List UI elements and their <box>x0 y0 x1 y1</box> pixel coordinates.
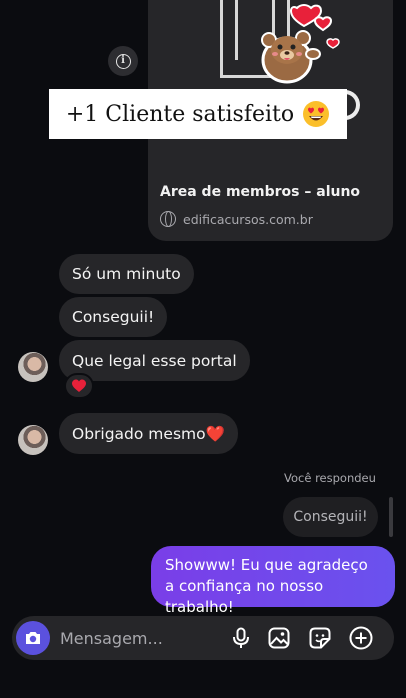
plus-icon <box>349 626 373 650</box>
message-text: Só um minuto <box>72 265 181 283</box>
microphone-icon <box>233 627 249 648</box>
contact-avatar[interactable] <box>18 352 48 382</box>
message-composer <box>12 616 394 660</box>
link-preview-domain: edificacursos.com.br <box>183 211 313 227</box>
sticker-icon <box>309 627 331 649</box>
message-input[interactable] <box>60 626 220 650</box>
link-preview-title: Area de membros – aluno <box>160 184 361 200</box>
message-bubble-received[interactable]: Obrigado mesmo❤️ <box>59 413 238 454</box>
microphone-button[interactable] <box>228 625 254 651</box>
message-reaction[interactable] <box>64 373 94 399</box>
message-bubble-received[interactable]: Conseguii! <box>59 297 168 337</box>
message-text: Conseguii! <box>72 308 155 326</box>
more-options-button[interactable] <box>348 625 374 651</box>
you-replied-label: Você respondeu <box>284 471 376 485</box>
reply-indicator-bar <box>389 497 393 537</box>
info-button[interactable]: i <box>108 46 138 76</box>
smiling-face-with-heart-eyes-emoji <box>303 101 330 127</box>
info-icon: i <box>115 53 131 69</box>
bear-with-hearts-sticker <box>261 4 340 84</box>
banner-text: +1 Cliente satisfeito <box>65 101 295 127</box>
contact-avatar[interactable] <box>18 425 48 455</box>
message-text: Obrigado mesmo❤️ <box>72 424 225 443</box>
globe-icon <box>160 211 176 227</box>
message-bubble-sent[interactable]: Showww! Eu que agradeço a confiança no n… <box>151 546 395 616</box>
camera-icon <box>26 632 40 644</box>
link-preview-domain-row: edificacursos.com.br <box>160 211 313 227</box>
caption-banner: +1 Cliente satisfeito <box>49 89 347 139</box>
red-heart-icon <box>72 379 86 392</box>
camera-button[interactable] <box>16 621 50 655</box>
gallery-button[interactable] <box>266 625 292 651</box>
message-text: Que legal esse portal <box>72 351 237 370</box>
sticker-button[interactable] <box>307 625 333 651</box>
image-icon <box>268 627 290 649</box>
quoted-message[interactable]: Conseguii! <box>283 497 378 537</box>
message-bubble-received[interactable]: Só um minuto <box>59 254 194 294</box>
